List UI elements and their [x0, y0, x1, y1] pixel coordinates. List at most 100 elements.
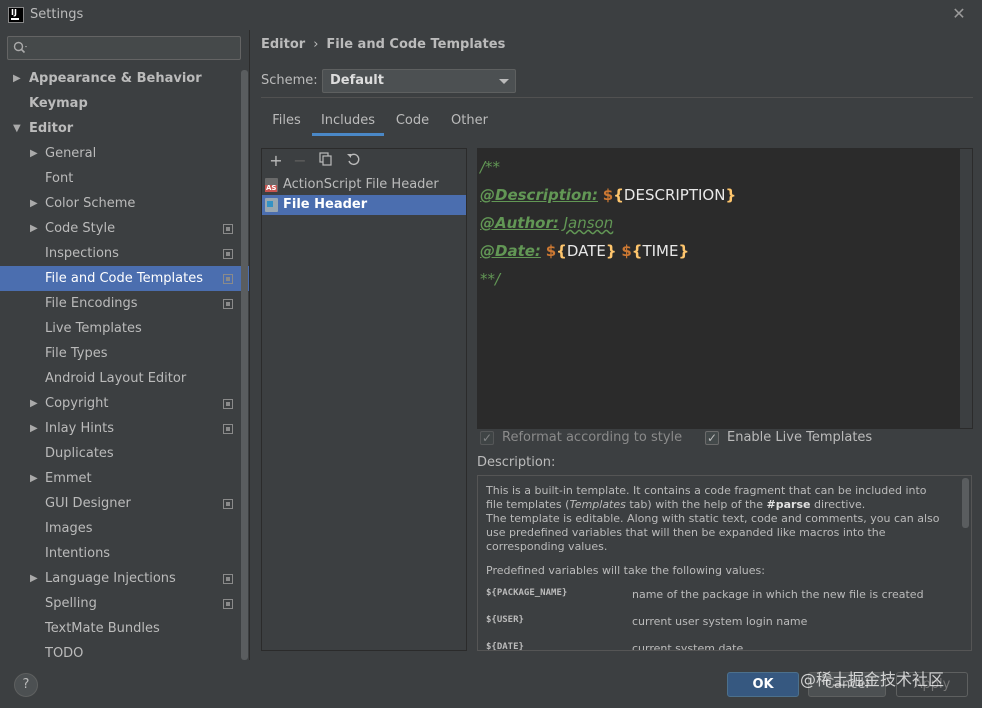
- watermark: @稀土掘金技术社区: [800, 670, 945, 689]
- sidebar-item-file-types[interactable]: File Types: [0, 341, 250, 366]
- author-tag: @Author:: [480, 214, 559, 232]
- add-icon[interactable]: +: [267, 152, 285, 170]
- sidebar-item-file-encodings[interactable]: File Encodings: [0, 291, 250, 316]
- sidebar-item-editor[interactable]: ▼ Editor: [0, 116, 250, 141]
- sidebar-item-live-templates[interactable]: Live Templates: [0, 316, 250, 341]
- editor-scrollbar[interactable]: [959, 149, 972, 428]
- sidebar-item-color-scheme[interactable]: ▶ Color Scheme: [0, 191, 250, 216]
- ok-button[interactable]: OK: [727, 672, 799, 697]
- scheme-label: Scheme:: [261, 73, 318, 88]
- date-tag: @Date:: [480, 242, 541, 260]
- sidebar-item-label: File Encodings: [45, 296, 138, 311]
- actionscript-file-icon: [265, 178, 278, 192]
- description-scrollbar[interactable]: [962, 478, 969, 528]
- templates-emphasis: Templates: [569, 498, 626, 511]
- sidebar-item-copyright[interactable]: ▶ Copyright: [0, 391, 250, 416]
- sidebar-item-images[interactable]: Images: [0, 516, 250, 541]
- sidebar-item-label: Duplicates: [45, 446, 114, 461]
- collapsed-arrow-icon[interactable]: ▶: [30, 466, 38, 491]
- sidebar-item-emmet[interactable]: ▶ Emmet: [0, 466, 250, 491]
- chevron-down-icon: [499, 79, 509, 84]
- sidebar-item-keymap[interactable]: Keymap: [0, 91, 250, 116]
- sidebar-item-label: General: [45, 146, 97, 161]
- sidebar-item-general[interactable]: ▶ General: [0, 141, 250, 166]
- intellij-logo-icon: IJ: [8, 7, 24, 23]
- description-tag: @Description:: [480, 186, 599, 204]
- reset-icon[interactable]: [344, 152, 362, 170]
- scheme-dropdown[interactable]: Default: [322, 69, 516, 93]
- copy-icon[interactable]: [317, 152, 335, 170]
- reformat-label: Reformat according to style: [502, 430, 683, 445]
- sidebar-item-textmate-bundles[interactable]: TextMate Bundles: [0, 616, 250, 641]
- tab-code[interactable]: Code: [384, 108, 441, 136]
- settings-tree: ▶ Appearance & Behavior Keymap ▼ Editor ▶ Gene…: [0, 66, 250, 666]
- project-scope-icon: [223, 274, 233, 284]
- list-item[interactable]: ActionScript File Header: [262, 175, 466, 195]
- live-templates-label: Enable Live Templates: [727, 430, 873, 445]
- collapsed-arrow-icon[interactable]: ▶: [30, 191, 38, 216]
- template-code[interactable]: /** @Description: ${DESCRIPTION} @Author…: [480, 153, 736, 293]
- breadcrumb-parent[interactable]: Editor: [261, 37, 305, 52]
- search-input[interactable]: [32, 39, 236, 57]
- sidebar-item-appearance-behavior[interactable]: ▶ Appearance & Behavior: [0, 66, 250, 91]
- settings-search[interactable]: [7, 36, 241, 60]
- list-item[interactable]: File Header: [262, 195, 466, 215]
- project-scope-icon: [223, 249, 233, 259]
- collapsed-arrow-icon[interactable]: ▶: [30, 141, 38, 166]
- close-icon[interactable]: ✕: [950, 5, 968, 23]
- copy-glyph: [319, 152, 332, 166]
- sidebar-item-android-layout-editor[interactable]: Android Layout Editor: [0, 366, 250, 391]
- tab-includes[interactable]: Includes: [312, 108, 384, 136]
- sidebar-item-label: Inspections: [45, 246, 119, 261]
- sidebar-item-duplicates[interactable]: Duplicates: [0, 441, 250, 466]
- sidebar-item-spelling[interactable]: Spelling: [0, 591, 250, 616]
- tab-other[interactable]: Other: [441, 108, 498, 136]
- description-text-part: The template is editable. Along with sta…: [486, 512, 940, 553]
- code-brace: }: [725, 186, 737, 204]
- sidebar-item-label: Appearance & Behavior: [29, 71, 202, 86]
- breadcrumb-separator: ›: [313, 37, 319, 52]
- live-templates-option[interactable]: Enable Live Templates: [705, 430, 875, 446]
- sidebar-item-label: Code Style: [45, 221, 116, 236]
- sidebar-item-label: GUI Designer: [45, 496, 131, 511]
- author-value: Janson: [563, 214, 614, 232]
- collapsed-arrow-icon[interactable]: ▶: [13, 66, 21, 91]
- sidebar-scrollbar[interactable]: [241, 70, 248, 660]
- live-templates-checkbox[interactable]: [705, 430, 719, 446]
- collapsed-arrow-icon[interactable]: ▶: [30, 416, 38, 441]
- scheme-value: Default: [330, 73, 384, 88]
- template-editor[interactable]: /** @Description: ${DESCRIPTION} @Author…: [477, 148, 973, 429]
- pane-divider[interactable]: [249, 30, 250, 660]
- code-dollar: $: [545, 242, 557, 260]
- collapsed-arrow-icon[interactable]: ▶: [30, 566, 38, 591]
- sidebar-item-gui-designer[interactable]: GUI Designer: [0, 491, 250, 516]
- reformat-option[interactable]: Reformat according to style: [480, 430, 683, 446]
- code-line-5: **/: [480, 270, 501, 288]
- sidebar-item-inspections[interactable]: Inspections: [0, 241, 250, 266]
- collapsed-arrow-icon[interactable]: ▶: [30, 216, 38, 241]
- sidebar-item-language-injections[interactable]: ▶ Language Injections: [0, 566, 250, 591]
- sidebar-item-label: Color Scheme: [45, 196, 136, 211]
- tab-files[interactable]: Files: [261, 108, 312, 136]
- expanded-arrow-icon[interactable]: ▼: [13, 116, 21, 141]
- project-scope-icon: [223, 399, 233, 409]
- sidebar-item-file-and-code-templates[interactable]: File and Code Templates: [0, 266, 250, 291]
- window-title: Settings: [30, 7, 84, 22]
- date-variable: DATE: [566, 242, 606, 260]
- description-variable: DESCRIPTION: [623, 186, 726, 204]
- collapsed-arrow-icon[interactable]: ▶: [30, 391, 38, 416]
- sidebar-item-code-style[interactable]: ▶ Code Style: [0, 216, 250, 241]
- remove-icon[interactable]: −: [291, 152, 309, 170]
- sidebar-item-intentions[interactable]: Intentions: [0, 541, 250, 566]
- variable-name: ${USER}: [486, 615, 524, 625]
- variable-name: ${PACKAGE_NAME}: [486, 588, 568, 598]
- sidebar-item-inlay-hints[interactable]: ▶ Inlay Hints: [0, 416, 250, 441]
- variable-row: ${PACKAGE_NAME} name of the package in w…: [486, 588, 946, 615]
- sidebar-item-font[interactable]: Font: [0, 166, 250, 191]
- help-button[interactable]: ?: [14, 673, 38, 697]
- sidebar-item-label: File Types: [45, 346, 108, 361]
- project-scope-icon: [223, 299, 233, 309]
- variable-description: current system date: [632, 642, 744, 651]
- reformat-checkbox[interactable]: [480, 430, 494, 446]
- project-scope-icon: [223, 424, 233, 434]
